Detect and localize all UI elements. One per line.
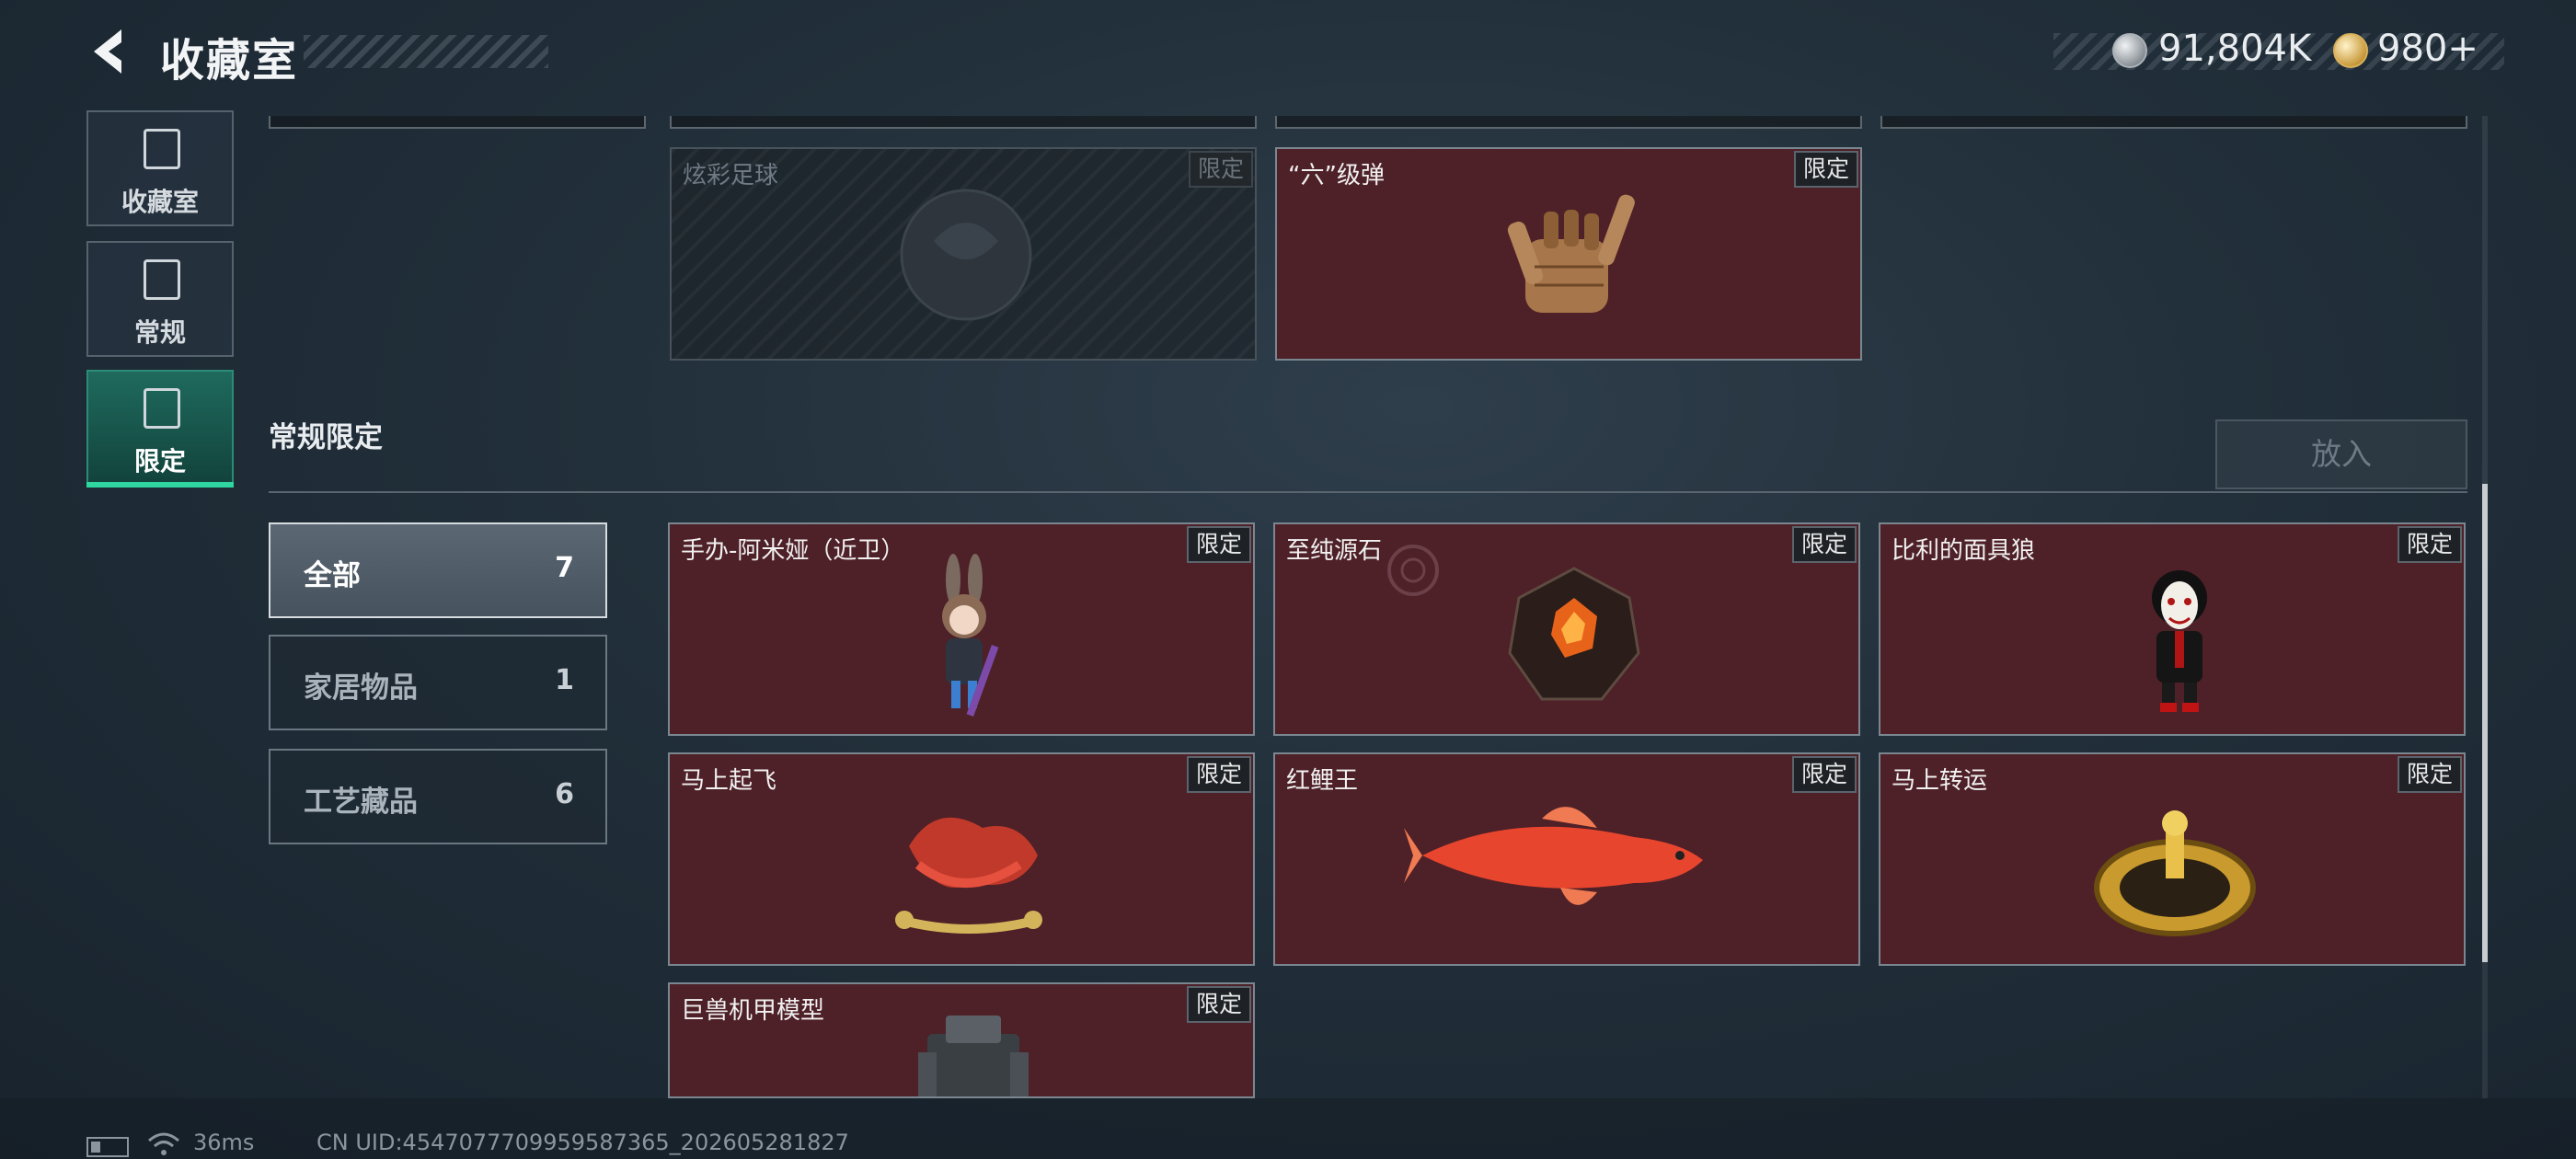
limited-tag: 限定 [1187, 756, 1251, 793]
partial-row-edge [1880, 116, 2467, 129]
item-name: 巨兽机甲模型 [681, 997, 825, 1025]
filter-all[interactable]: 全部 7 [269, 522, 607, 618]
add-currency-icon[interactable]: + [2447, 28, 2478, 70]
target-ring-icon [1387, 545, 1439, 596]
partial-row-edge [670, 116, 1257, 129]
item-card[interactable]: 巨兽机甲模型 限定 [668, 982, 1255, 1098]
limited-tag: 限定 [1189, 151, 1253, 188]
nav-regular-label: 常规 [133, 317, 186, 348]
limited-tag: 限定 [2398, 756, 2462, 793]
gold-currency-amount[interactable]: 980+ [2377, 28, 2478, 70]
item-card[interactable]: 至纯源石 限定 [1273, 522, 1860, 736]
limited-tag: 限定 [1187, 986, 1251, 1023]
soccer-ball-icon [900, 189, 1032, 321]
nav-regular[interactable]: 常规 [86, 241, 234, 357]
wifi-icon [148, 1132, 179, 1155]
limited-tag: 限定 [1187, 526, 1251, 563]
nav-collection[interactable]: 收藏室 [86, 110, 234, 226]
battery-icon [86, 1137, 129, 1157]
item-name: 炫彩足球 [683, 162, 779, 189]
partial-row-edge [1275, 116, 1862, 129]
title-decoration [304, 35, 548, 68]
page-title: 收藏室 [160, 35, 299, 86]
filter-crafts[interactable]: 工艺藏品 6 [269, 749, 607, 844]
item-card[interactable]: 比利的面具狼 限定 [1879, 522, 2466, 736]
uid-text: CN UID:4547077709959587365_202605281827 [316, 1130, 849, 1155]
item-card-locked: 炫彩足球 限定 [670, 147, 1257, 361]
item-card[interactable]: 手办-阿米娅（近卫） 限定 [668, 522, 1255, 736]
item-card[interactable]: 马上转运 限定 [1879, 752, 2466, 966]
limited-tag: 限定 [1792, 756, 1857, 793]
filter-household[interactable]: 家居物品 1 [269, 635, 607, 730]
rocking-horse-icon [895, 817, 1042, 934]
gold-currency-value: 980 [2377, 28, 2448, 70]
nav-collection-label: 收藏室 [121, 187, 199, 217]
scrollbar-thumb[interactable] [2482, 484, 2488, 962]
partial-row-edge [269, 116, 646, 129]
item-name: 红鲤王 [1286, 767, 1359, 795]
item-card[interactable]: 马上起飞 限定 [668, 752, 1255, 966]
mech-model-icon [918, 1016, 1029, 1096]
red-carp-icon [1404, 807, 1703, 905]
item-name: 马上转运 [1892, 767, 1988, 795]
filter-label: 全部 [304, 559, 361, 592]
back-arrow-icon[interactable] [85, 24, 140, 79]
filter-count: 7 [555, 552, 574, 584]
limited-tag: 限定 [1794, 151, 1858, 188]
item-name: 至纯源石 [1286, 537, 1383, 565]
filter-count: 1 [555, 664, 574, 696]
item-name: 手办-阿米娅（近卫） [681, 537, 905, 565]
spinning-top-icon [2094, 810, 2256, 936]
item-name: “六”级弹 [1288, 162, 1385, 189]
nav-limited-label: 限定 [133, 446, 186, 476]
originium-crystal-icon [1508, 567, 1640, 701]
limited-icon [144, 388, 180, 429]
regular-icon [144, 259, 180, 300]
put-in-button[interactable]: 放入 [2215, 419, 2467, 489]
silver-currency-amount: 91,804K [2158, 28, 2312, 70]
filter-label: 工艺藏品 [304, 786, 418, 819]
silver-coin-icon [2112, 33, 2147, 68]
section-divider [269, 491, 2467, 493]
section-title: 常规限定 [269, 421, 383, 454]
collection-icon [144, 129, 180, 169]
item-card[interactable]: “六”级弹 限定 [1275, 147, 1862, 361]
ping-text: 36ms [193, 1130, 255, 1155]
item-name: 比利的面具狼 [1892, 537, 2036, 565]
hand-sign-bullet-icon [1507, 194, 1635, 313]
filter-label: 家居物品 [304, 671, 418, 705]
figurine-amiya-icon [942, 554, 999, 717]
filter-count: 6 [555, 778, 574, 810]
gold-coin-icon [2333, 33, 2368, 68]
billy-puppet-icon [2152, 570, 2207, 712]
nav-limited[interactable]: 限定 [86, 370, 234, 488]
active-nav-indicator [86, 482, 234, 488]
limited-tag: 限定 [2398, 526, 2462, 563]
item-card[interactable]: 红鲤王 限定 [1273, 752, 1860, 966]
limited-tag: 限定 [1792, 526, 1857, 563]
item-name: 马上起飞 [681, 767, 777, 795]
